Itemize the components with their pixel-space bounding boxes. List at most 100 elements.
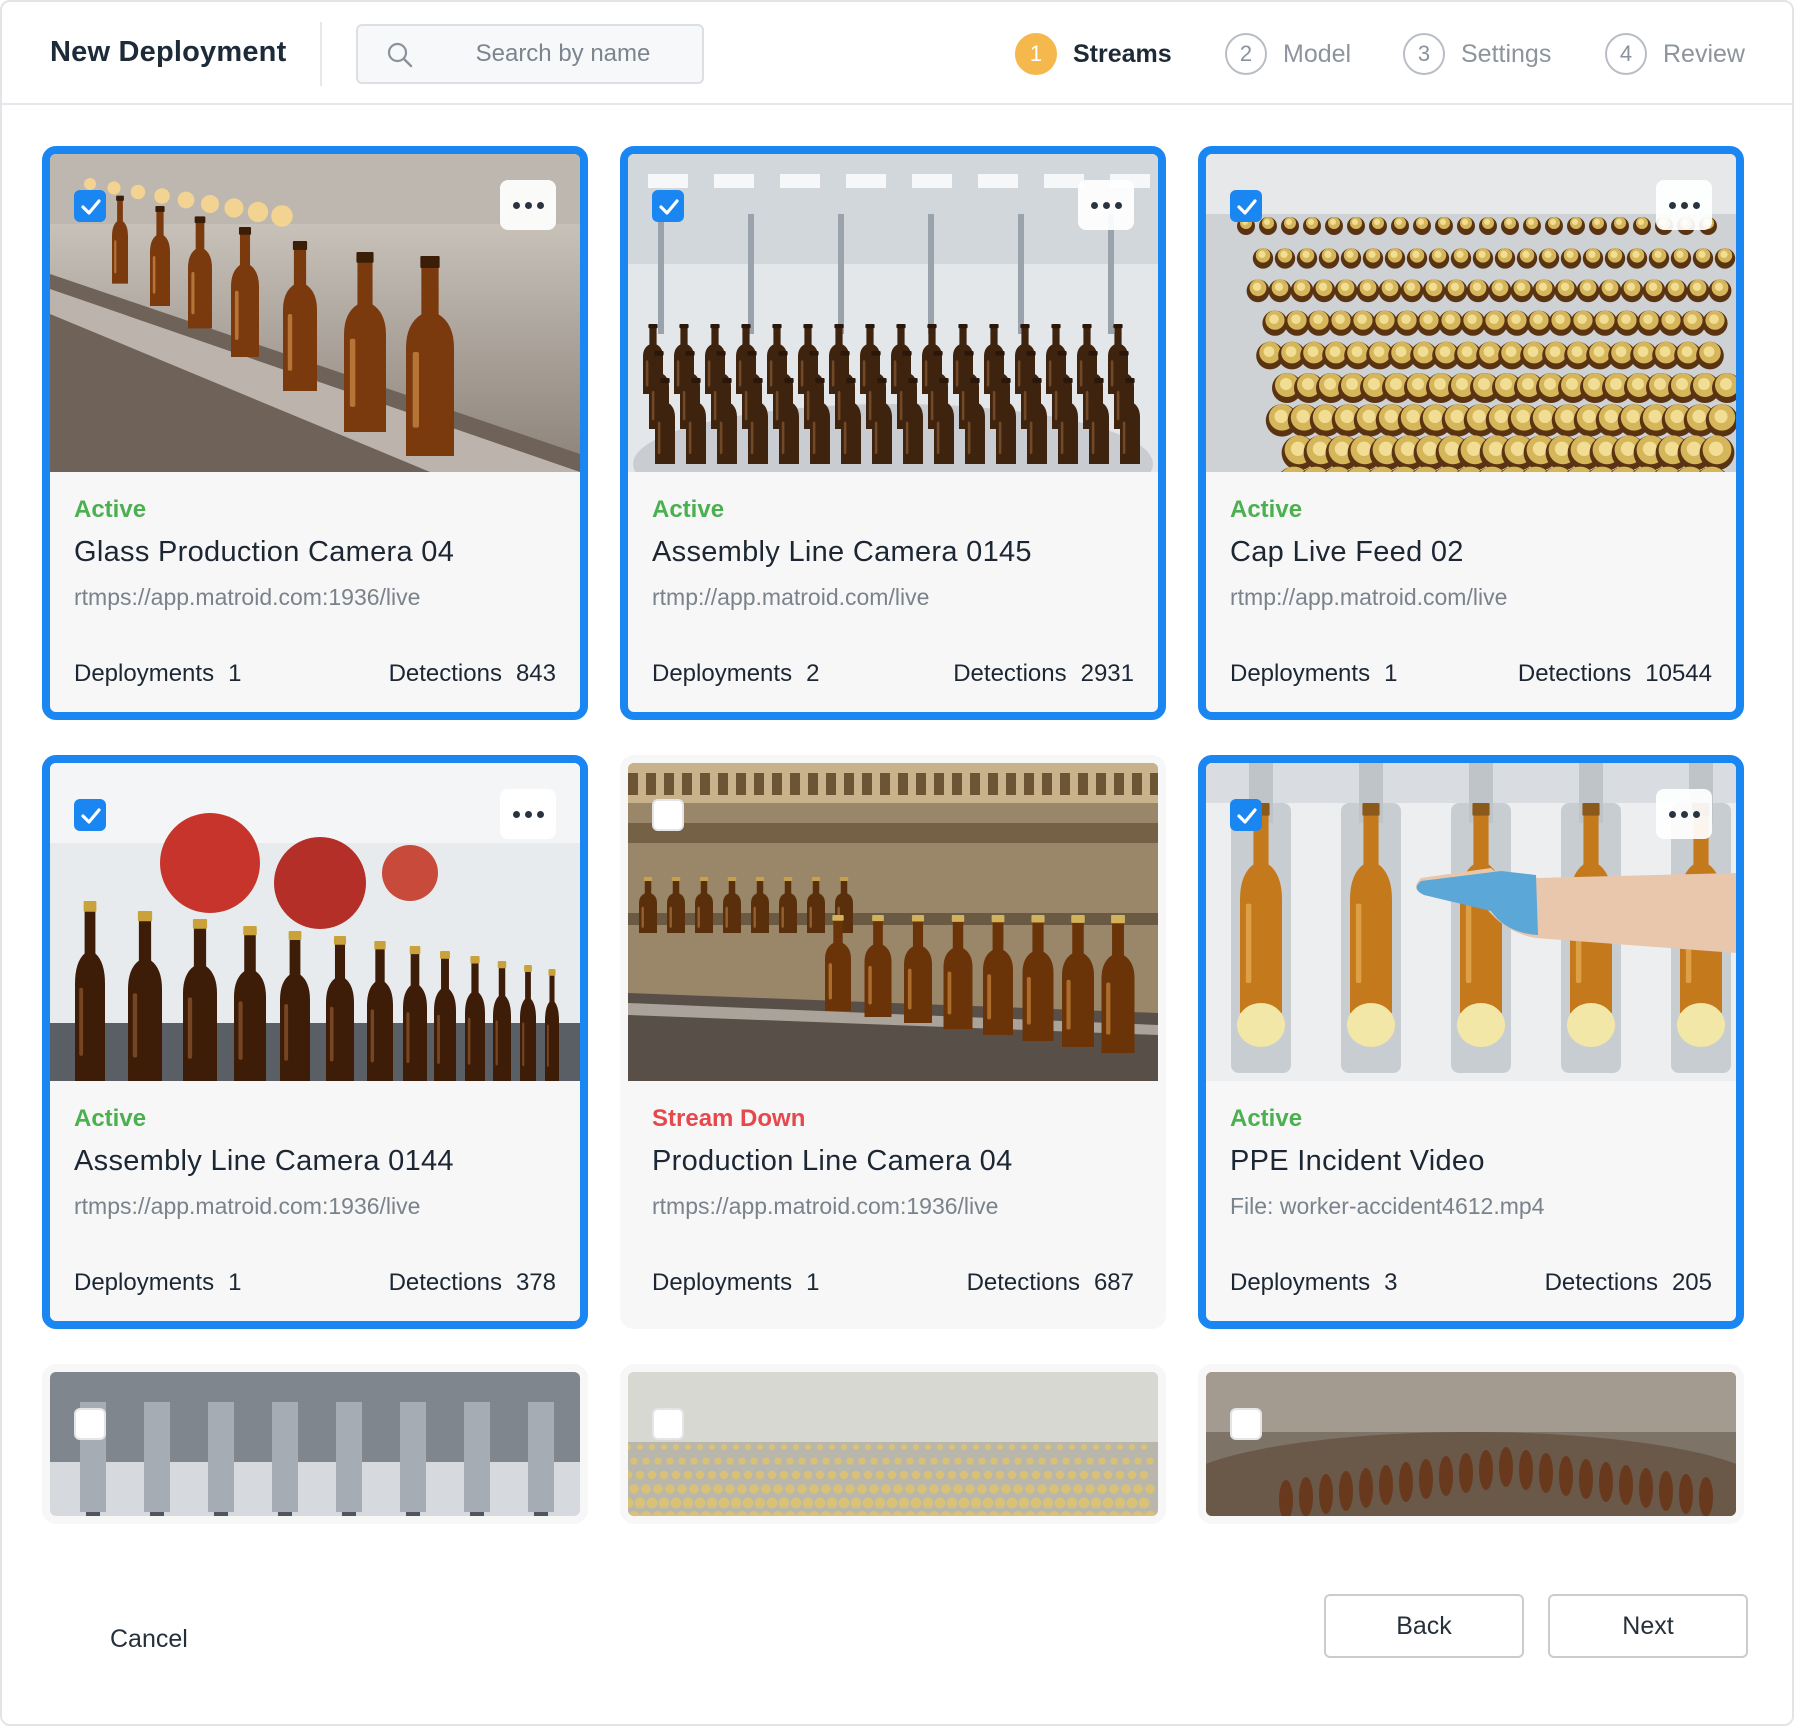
back-button[interactable]: Back	[1324, 1594, 1524, 1658]
search-box[interactable]	[356, 24, 704, 84]
dot-icon	[1090, 201, 1098, 209]
check-icon	[1237, 808, 1257, 824]
step-review[interactable]: 4 Review	[1605, 32, 1745, 76]
check-icon	[659, 199, 679, 215]
deployments-stat: Deployments 1	[652, 1269, 819, 1297]
deployments-label: Deployments	[1230, 660, 1371, 687]
select-checkbox[interactable]	[1230, 1408, 1262, 1440]
detections-label: Detections	[966, 1269, 1080, 1296]
select-checkbox[interactable]	[652, 190, 684, 222]
step-label: Streams	[1073, 39, 1172, 68]
stream-card[interactable]: Active Assembly Line Camera 0144 rtmps://a…	[42, 755, 588, 1329]
dot-icon	[1692, 810, 1700, 818]
dot-icon	[1102, 201, 1110, 209]
next-button[interactable]: Next	[1548, 1594, 1748, 1658]
more-options-button[interactable]	[1656, 180, 1712, 230]
step-label: Review	[1663, 39, 1745, 68]
step-label: Settings	[1461, 39, 1552, 68]
stream-card[interactable]: Active PPE Incident Video File: worker-acc…	[1198, 755, 1744, 1329]
footer: Cancel Back Next	[2, 1525, 1792, 1724]
select-checkbox[interactable]	[74, 1408, 106, 1440]
stream-card[interactable]: Active Assembly Line Camera 0145 rtmp://ap…	[620, 146, 1166, 720]
deployments-stat: Deployments 2	[652, 660, 819, 688]
deployments-stat: Deployments 3	[1230, 1269, 1397, 1297]
stream-status: Active	[74, 1105, 147, 1132]
dot-icon	[1668, 201, 1676, 209]
cancel-button[interactable]: Cancel	[110, 1625, 188, 1654]
stream-source: File: worker-accident4612.mp4	[1230, 1193, 1545, 1219]
detections-count: 205	[1671, 1269, 1712, 1296]
deployments-count: 3	[1384, 1269, 1398, 1296]
search-input[interactable]	[438, 26, 688, 82]
stream-status: Active	[1230, 496, 1303, 523]
stream-name: Glass Production Camera 04	[74, 536, 455, 568]
select-checkbox[interactable]	[652, 1408, 684, 1440]
deployments-count: 1	[1384, 660, 1398, 687]
dot-icon	[536, 201, 544, 209]
deployments-label: Deployments	[1230, 1269, 1371, 1296]
stream-thumbnail	[1206, 1372, 1736, 1516]
stream-card-body: Active Glass Production Camera 04 rtmps://…	[50, 472, 580, 712]
stream-name: Assembly Line Camera 0145	[652, 536, 1032, 568]
stream-status: Active	[1230, 1105, 1303, 1132]
deployment-dialog: New Deployment 1 Streams 2 Model 3	[0, 0, 1794, 1726]
select-checkbox[interactable]	[74, 190, 106, 222]
detections-label: Detections	[1544, 1269, 1658, 1296]
deployments-count: 1	[228, 1269, 242, 1296]
step-number: 2	[1225, 33, 1267, 75]
detections-stat: Detections 10544	[1518, 660, 1712, 688]
stream-card[interactable]: Active Glass Production Camera 04 rtmps://…	[42, 146, 588, 720]
detections-stat: Detections 843	[389, 660, 556, 688]
deployments-label: Deployments	[74, 660, 215, 687]
stream-card[interactable]	[1198, 1364, 1744, 1524]
stream-name: Cap Live Feed 02	[1230, 536, 1464, 568]
step-streams[interactable]: 1 Streams	[1015, 32, 1172, 76]
stream-card[interactable]: Active Cap Live Feed 02 rtmp://app.matroid…	[1198, 146, 1744, 720]
step-settings[interactable]: 3 Settings	[1403, 32, 1551, 76]
stream-card[interactable]: Stream Down Production Line Camera 04 rtmp…	[620, 755, 1166, 1329]
more-options-button[interactable]	[1078, 180, 1134, 230]
stream-name: Assembly Line Camera 0144	[74, 1145, 454, 1177]
select-checkbox[interactable]	[1230, 190, 1262, 222]
detections-stat: Detections 378	[389, 1269, 556, 1297]
page-title: New Deployment	[50, 36, 287, 68]
more-options-button[interactable]	[1656, 789, 1712, 839]
dot-icon	[1680, 810, 1688, 818]
stream-thumbnail	[50, 1372, 580, 1516]
check-icon	[81, 808, 101, 824]
deployments-count: 1	[806, 1269, 820, 1296]
stream-thumbnail	[628, 1372, 1158, 1516]
more-options-button[interactable]	[500, 789, 556, 839]
deployments-count: 2	[806, 660, 820, 687]
dot-icon	[524, 810, 532, 818]
stream-grid: Active Glass Production Camera 04 rtmps://…	[2, 105, 1792, 1525]
dot-icon	[1692, 201, 1700, 209]
stream-source: rtmp://app.matroid.com/live	[652, 584, 930, 610]
more-options-button[interactable]	[500, 180, 556, 230]
deployments-stat: Deployments 1	[74, 1269, 241, 1297]
detections-count: 2931	[1080, 660, 1134, 687]
stream-source: rtmps://app.matroid.com:1936/live	[652, 1193, 999, 1219]
stream-card[interactable]	[42, 1364, 588, 1524]
stream-card[interactable]	[620, 1364, 1166, 1524]
select-checkbox[interactable]	[1230, 799, 1262, 831]
dot-icon	[512, 201, 520, 209]
step-number: 3	[1403, 33, 1445, 75]
step-label: Model	[1283, 39, 1352, 68]
select-checkbox[interactable]	[74, 799, 106, 831]
step-number: 4	[1605, 33, 1647, 75]
dot-icon	[1668, 810, 1676, 818]
deployments-label: Deployments	[652, 660, 793, 687]
detections-stat: Detections 205	[1545, 1269, 1712, 1297]
deployments-label: Deployments	[652, 1269, 793, 1296]
dot-icon	[512, 810, 520, 818]
search-icon	[386, 41, 414, 69]
deployments-stat: Deployments 1	[74, 660, 241, 688]
step-model[interactable]: 2 Model	[1225, 32, 1351, 76]
stream-name: PPE Incident Video	[1230, 1145, 1485, 1177]
dot-icon	[1114, 201, 1122, 209]
detections-label: Detections	[388, 660, 502, 687]
stream-name: Production Line Camera 04	[652, 1145, 1013, 1177]
select-checkbox[interactable]	[652, 799, 684, 831]
deployments-stat: Deployments 1	[1230, 660, 1397, 688]
